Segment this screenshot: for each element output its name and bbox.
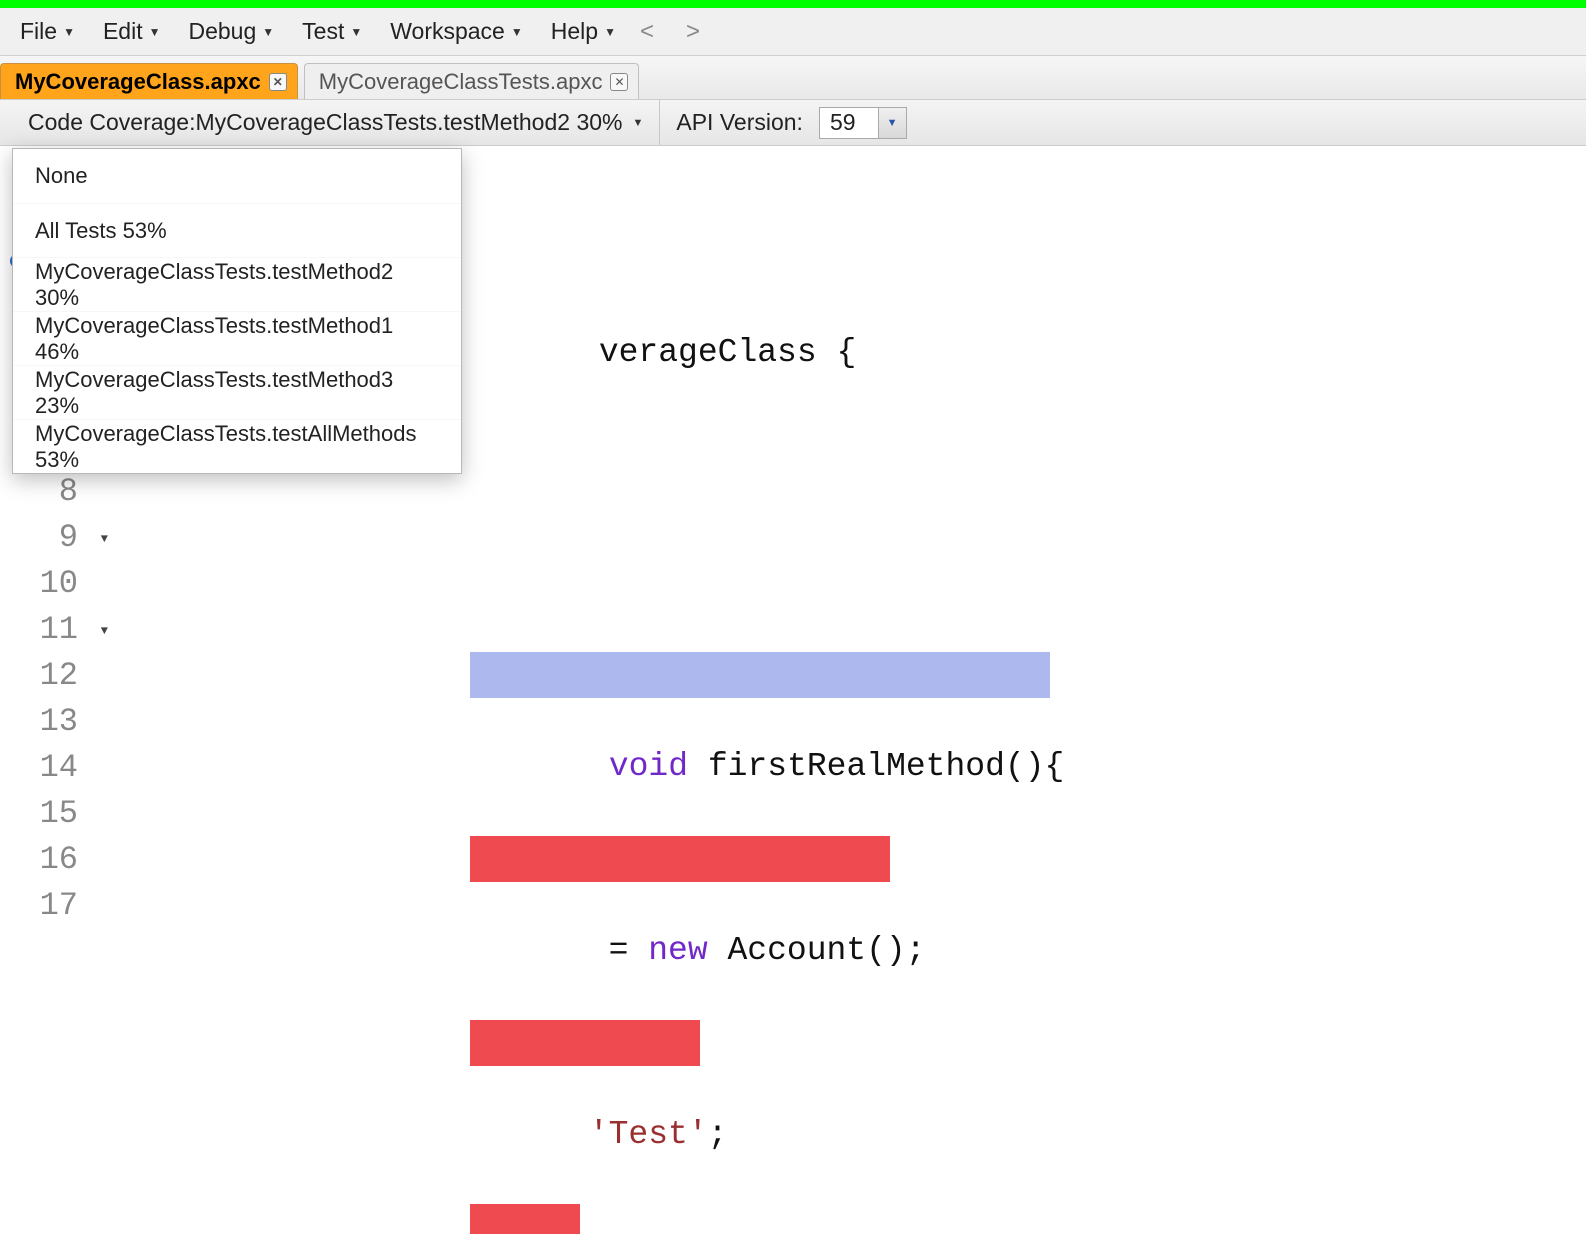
coverage-option-label: MyCoverageClassTests.testMethod3 23%: [35, 367, 439, 419]
close-icon[interactable]: ✕: [610, 73, 628, 91]
api-version-select[interactable]: 59 ▼: [819, 107, 907, 139]
menu-test[interactable]: Test ▼: [288, 18, 376, 45]
menu-help-label: Help: [551, 18, 598, 45]
menu-debug[interactable]: Debug ▼: [174, 18, 288, 45]
tab-label: MyCoverageClassTests.apxc: [319, 69, 603, 95]
coverage-option-label: MyCoverageClassTests.testAllMethods 53%: [35, 421, 439, 473]
code-text: firstRealMethod(){: [688, 748, 1064, 785]
coverage-option-label: None: [35, 163, 88, 189]
coverage-option[interactable]: MyCoverageClassTests.testMethod2 30%: [13, 257, 461, 311]
chevron-down-icon[interactable]: ▼: [878, 108, 906, 138]
coverage-dropdown-menu: None All Tests 53% MyCoverageClassTests.…: [12, 148, 462, 474]
keyword: void: [609, 748, 688, 785]
window-top-accent: [0, 0, 1586, 8]
menu-workspace[interactable]: Workspace ▼: [376, 18, 537, 45]
line-number: 13: [0, 698, 90, 744]
tab-bar: MyCoverageClass.apxc ✕ MyCoverageClassTe…: [0, 56, 1586, 100]
coverage-dropdown-trigger[interactable]: Code Coverage: MyCoverageClassTests.test…: [0, 100, 660, 145]
menu-debug-label: Debug: [188, 18, 256, 45]
uncovered-line-highlight: [470, 1204, 580, 1234]
caret-down-icon: ▼: [262, 25, 274, 39]
caret-down-icon: ▼: [350, 25, 362, 39]
coverage-option[interactable]: All Tests 53%: [13, 203, 461, 257]
line-number: 14: [0, 744, 90, 790]
fold-toggle-icon[interactable]: ▼: [101, 532, 108, 546]
tab-label: MyCoverageClass.apxc: [15, 69, 261, 95]
code-text: =: [589, 932, 648, 969]
tab-mycoverageclass[interactable]: MyCoverageClass.apxc ✕: [0, 63, 298, 99]
menu-edit[interactable]: Edit ▼: [89, 18, 175, 45]
coverage-option-label: MyCoverageClassTests.testMethod2 30%: [35, 259, 439, 311]
line-number: 16: [0, 836, 90, 882]
coverage-option[interactable]: MyCoverageClassTests.testMethod3 23%: [13, 365, 461, 419]
line-number: 11: [40, 611, 78, 648]
string-literal: 'Test': [589, 1116, 708, 1153]
menu-file[interactable]: File ▼: [6, 18, 89, 45]
menu-test-label: Test: [302, 18, 344, 45]
keyword: new: [648, 932, 707, 969]
code-text: Account();: [708, 932, 926, 969]
coverage-option-label: MyCoverageClassTests.testMethod1 46%: [35, 313, 439, 365]
fold-toggle-icon[interactable]: ▼: [101, 624, 108, 638]
coverage-option[interactable]: None: [13, 149, 461, 203]
line-number: 10: [0, 560, 90, 606]
coverage-option[interactable]: MyCoverageClassTests.testMethod1 46%: [13, 311, 461, 365]
menu-help[interactable]: Help ▼: [537, 18, 630, 45]
caret-down-icon: ▼: [149, 25, 161, 39]
line-number: 12: [0, 652, 90, 698]
menu-bar: File ▼ Edit ▼ Debug ▼ Test ▼ Workspace ▼ Help…: [0, 8, 1586, 56]
uncovered-line-highlight: [470, 1020, 700, 1066]
line-number-column: 8 9 ▼ 10 11 ▼ 12 13 14 15 16 17: [0, 468, 90, 928]
coverage-option[interactable]: MyCoverageClassTests.testAllMethods 53%: [13, 419, 461, 473]
uncovered-line-highlight: [470, 836, 890, 882]
menu-edit-label: Edit: [103, 18, 143, 45]
nav-forward-icon[interactable]: >: [686, 18, 700, 46]
coverage-toolbar: Code Coverage: MyCoverageClassTests.test…: [0, 100, 1586, 146]
coverage-option-label: All Tests 53%: [35, 218, 167, 244]
close-icon[interactable]: ✕: [269, 73, 287, 91]
caret-down-icon: ▼: [632, 117, 643, 129]
line-number: 17: [0, 882, 90, 928]
line-number: 8: [0, 468, 90, 514]
caret-down-icon: ▼: [63, 25, 75, 39]
menu-file-label: File: [20, 18, 57, 45]
caret-down-icon: ▼: [604, 25, 616, 39]
api-version-value: 59: [820, 109, 878, 136]
line-number: 15: [0, 790, 90, 836]
caret-down-icon: ▼: [511, 25, 523, 39]
code-text: ;: [708, 1116, 728, 1153]
tab-mycoverageclasstests[interactable]: MyCoverageClassTests.apxc ✕: [304, 63, 640, 99]
api-version-label: API Version:: [660, 109, 819, 136]
coverage-selected: MyCoverageClassTests.testMethod2 30%: [196, 109, 623, 136]
nav-back-icon[interactable]: <: [640, 18, 654, 46]
covered-line-highlight: [470, 652, 1050, 698]
menu-workspace-label: Workspace: [390, 18, 505, 45]
coverage-prefix: Code Coverage:: [28, 109, 196, 136]
line-number: 9: [59, 519, 78, 556]
